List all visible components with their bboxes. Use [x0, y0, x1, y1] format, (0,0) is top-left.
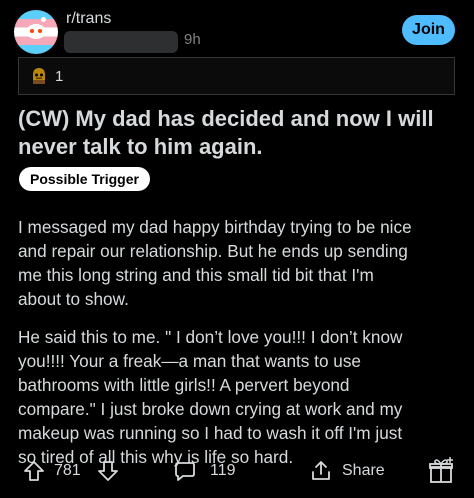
- award-icon: [33, 68, 45, 84]
- upvote-icon[interactable]: [22, 459, 46, 483]
- vote-count: 781: [54, 462, 81, 479]
- body-line: you!!!! Your a freak—a man that wants to…: [18, 351, 361, 371]
- body-line: bathrooms with little girls!! A pervert …: [18, 375, 350, 395]
- body-line: me this long string and this small tid b…: [18, 265, 374, 285]
- body-line: and repair our relationship. But he ends…: [18, 241, 408, 261]
- award-count: 1: [55, 68, 64, 85]
- comments-button[interactable]: [173, 459, 197, 483]
- upvote-button[interactable]: [22, 459, 46, 483]
- post-paragraph: He said this to me. " I don’t love you!!…: [18, 325, 464, 469]
- body-line: compare." I just broke down crying at wo…: [18, 399, 403, 419]
- give-award-button[interactable]: [428, 457, 454, 485]
- post-title: (CW) My dad has decided and now I will n…: [18, 106, 434, 159]
- redacted-username: [64, 31, 178, 53]
- downvote-icon[interactable]: [96, 459, 120, 483]
- share-button[interactable]: Share: [309, 459, 385, 483]
- downvote-button[interactable]: [96, 459, 120, 483]
- body-line: makeup was running so I had to wash it o…: [18, 423, 403, 443]
- awards-bar[interactable]: 1: [18, 57, 455, 95]
- post-body: I messaged my dad happy birthday trying …: [18, 215, 464, 483]
- post-paragraph: I messaged my dad happy birthday trying …: [18, 215, 464, 311]
- post-time: 9h: [184, 31, 201, 48]
- body-line: He said this to me. " I don’t love you!!…: [18, 327, 403, 347]
- body-line: I messaged my dad happy birthday trying …: [18, 217, 412, 237]
- post-header: r/trans 9h Join: [0, 0, 474, 62]
- share-label: Share: [342, 462, 385, 479]
- post-flair[interactable]: Possible Trigger: [19, 167, 150, 191]
- subreddit-name[interactable]: r/trans: [66, 10, 111, 28]
- give-award-icon[interactable]: [428, 457, 454, 485]
- comment-icon[interactable]: [173, 459, 197, 483]
- share-icon[interactable]: [309, 459, 333, 483]
- join-button[interactable]: Join: [402, 15, 455, 45]
- subreddit-avatar-icon[interactable]: [14, 10, 58, 54]
- comment-count: 119: [210, 462, 236, 479]
- post-actions-bar: 781 119 Share: [0, 452, 474, 492]
- body-line: about to show.: [18, 289, 129, 309]
